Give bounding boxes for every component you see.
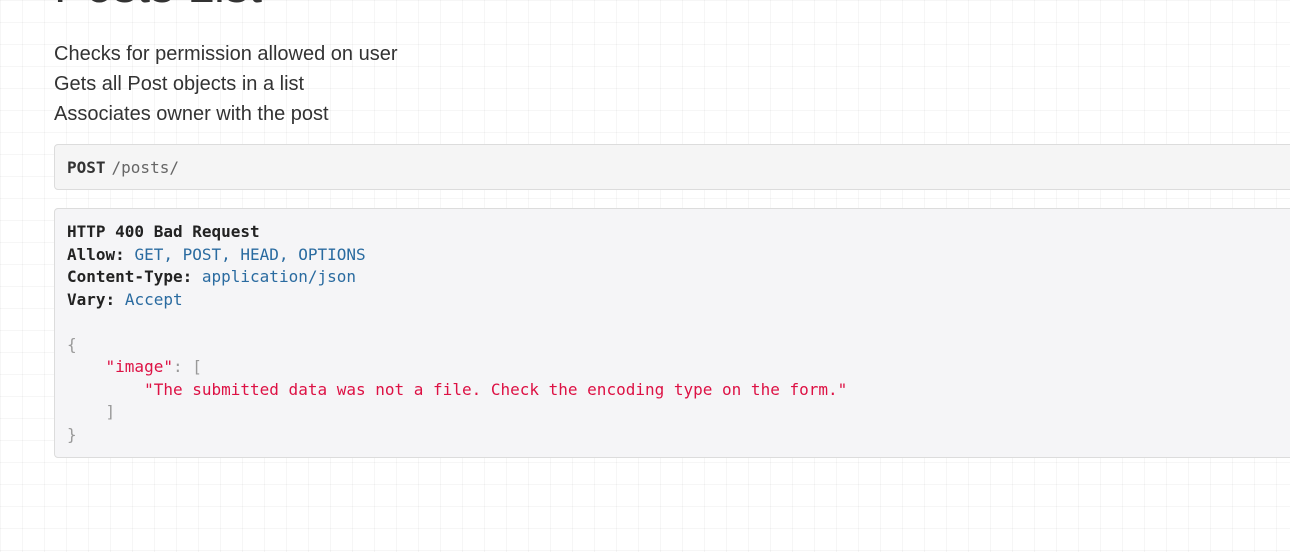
- request-info: POST/posts/: [54, 144, 1290, 190]
- json-close-brace: }: [67, 424, 77, 444]
- header-value: GET, POST, HEAD, OPTIONS: [134, 244, 366, 264]
- json-line: }: [67, 424, 1290, 447]
- response-status-line: HTTP 400 Bad Request: [67, 221, 1290, 244]
- description-line: Checks for permission allowed on user: [54, 43, 398, 65]
- page-title: Posts List: [54, 0, 262, 14]
- response-header: Allow: GET, POST, HEAD, OPTIONS: [67, 244, 1290, 267]
- request-path: /posts/: [111, 158, 179, 177]
- json-open-brace: {: [67, 334, 77, 354]
- response-header: Vary: Accept: [67, 289, 1290, 312]
- header-key: Vary:: [67, 289, 116, 309]
- header-key: Content-Type:: [67, 267, 193, 286]
- json-error-message: "The submitted data was not a file. Chec…: [144, 379, 848, 399]
- page-description: Checks for permission allowed on user Ge…: [54, 39, 398, 129]
- response-info: HTTP 400 Bad Request Allow: GET, POST, HE…: [54, 208, 1290, 458]
- json-key: "image": [105, 357, 173, 376]
- json-line: ]: [67, 401, 1290, 424]
- status-text: HTTP 400 Bad Request: [67, 222, 260, 241]
- header-value: Accept: [124, 289, 183, 309]
- description-line: Associates owner with the post: [54, 103, 329, 125]
- response-header: Content-Type: application/json: [67, 266, 1290, 289]
- json-line: {: [67, 334, 1290, 357]
- header-key: Allow:: [67, 244, 125, 264]
- header-value: application/json: [201, 267, 356, 286]
- json-line: "image": [: [67, 356, 1290, 379]
- description-line: Gets all Post objects in a list: [54, 73, 305, 95]
- json-line: "The submitted data was not a file. Chec…: [67, 379, 1290, 402]
- json-close-bracket: ]: [105, 402, 116, 421]
- request-method: POST: [67, 158, 106, 177]
- json-colon-bracket: : [: [172, 357, 202, 376]
